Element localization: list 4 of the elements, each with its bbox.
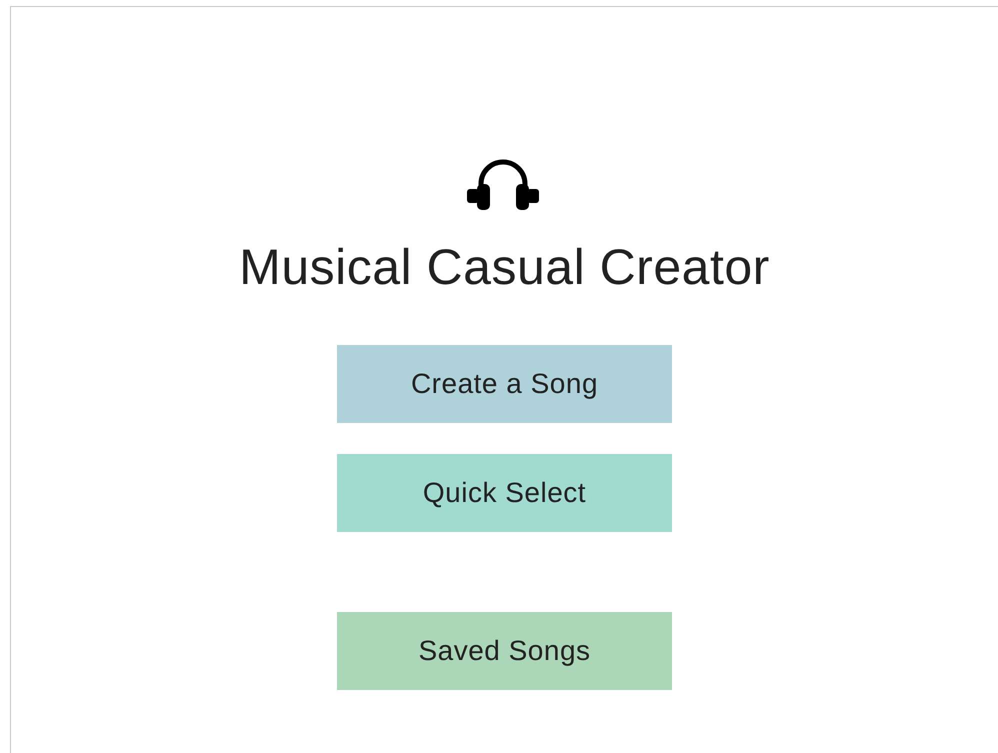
menu-button[interactable]: Saved Songs	[337, 612, 672, 690]
app-title: Musical Casual Creator	[239, 238, 770, 297]
menu-button[interactable]: Quick Select	[337, 454, 672, 532]
menu-button[interactable]: Create a Song	[337, 345, 672, 423]
